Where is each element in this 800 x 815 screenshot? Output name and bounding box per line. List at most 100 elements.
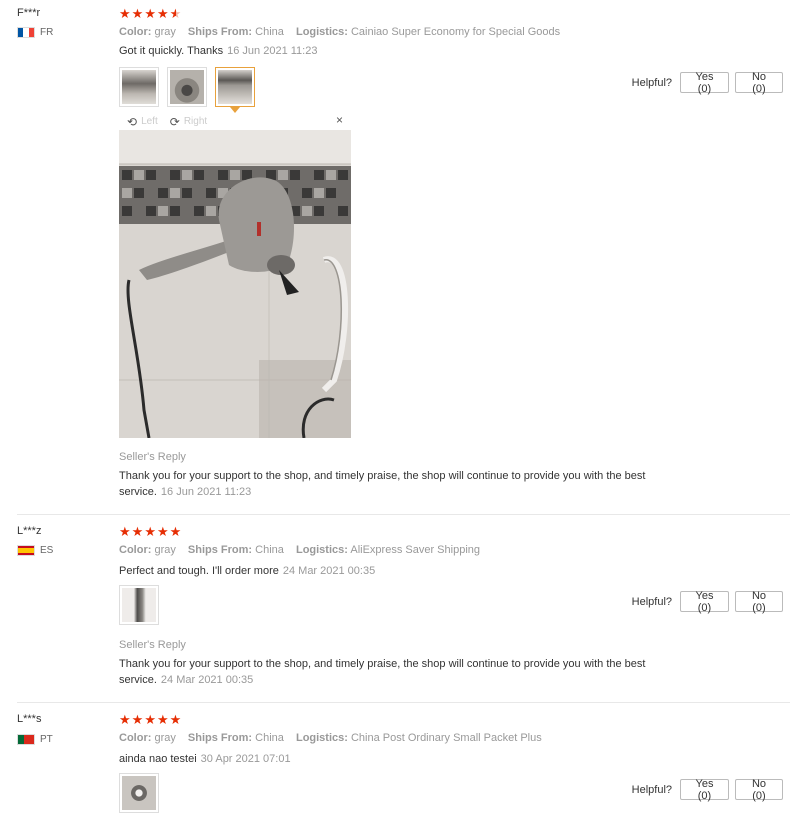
review-photo-thumb[interactable] (119, 585, 159, 625)
seller-reply-title: Seller's Reply (119, 639, 186, 651)
review-photo-thumb[interactable] (167, 67, 207, 107)
logistics-label: Logistics: (295, 26, 348, 38)
flag-es-icon (17, 545, 35, 556)
rotate-left-icon[interactable]: ⟲ (127, 115, 137, 129)
star-rating: ★ ★ ★ ★ ★ (119, 6, 181, 22)
color-value: gray (154, 544, 176, 556)
color-label: Color: (119, 732, 152, 744)
seller-reply-text: Thank you for your support to the shop, … (119, 656, 679, 688)
photo-viewer-toolbar: ⟲ Left ⟳ Right × (119, 113, 351, 130)
star-icon: ★ (119, 6, 131, 21)
reviewer-country: PT (17, 734, 53, 745)
ships-from-value: China (255, 544, 284, 556)
star-icon: ★ (131, 712, 144, 727)
ships-from-label: Ships From: (187, 544, 253, 556)
photo-viewer: ⟲ Left ⟳ Right × (119, 113, 351, 438)
seller-reply-title: Seller's Reply (119, 451, 186, 463)
review-photos (119, 773, 159, 813)
helpful-yes-button[interactable]: Yes (0) (680, 778, 729, 802)
review-photo-thumb-selected[interactable] (215, 67, 255, 113)
review-divider (17, 702, 790, 703)
star-icon: ★ (156, 524, 169, 539)
reviewer-name: L***z (17, 525, 42, 537)
star-icon: ★ (144, 712, 156, 727)
seller-reply-date: 24 Mar 2021 00:35 (160, 674, 254, 686)
review-text: Got it quickly. Thanks 16 Jun 2021 11:23 (119, 45, 317, 57)
helpful-vote: Helpful? Yes (0) No (0) (631, 71, 783, 95)
review-text: ainda nao testei 30 Apr 2021 07:01 (119, 753, 291, 765)
review-photos (119, 585, 159, 625)
review-photo-thumb[interactable] (119, 67, 159, 107)
star-rating: ★ ★ ★ ★ ★ (119, 712, 181, 728)
rotate-left-button[interactable]: Left (141, 116, 158, 127)
rotate-right-button[interactable]: Right (184, 116, 207, 127)
ships-from-value: China (255, 732, 284, 744)
seller-reply-line: service. (119, 486, 157, 498)
flag-pt-icon (17, 734, 35, 745)
color-label: Color: (119, 544, 152, 556)
review-date: 16 Jun 2021 11:23 (227, 45, 318, 57)
ships-from-value: China (255, 26, 284, 38)
review-photos (119, 67, 255, 113)
reviewer-country: FR (17, 27, 53, 38)
logistics-value: China Post Ordinary Small Packet Plus (350, 732, 542, 744)
star-icon: ★ (169, 524, 182, 539)
seller-reply-line: Thank you for your support to the shop, … (119, 658, 646, 670)
rotate-right-icon[interactable]: ⟳ (170, 115, 180, 129)
helpful-vote: Helpful? Yes (0) No (0) (631, 778, 783, 802)
review-item: F***r FR ★ ★ ★ ★ ★ Color: gray Ships Fro… (0, 0, 800, 515)
review-comment: ainda nao testei (119, 753, 197, 765)
logistics-value: Cainiao Super Economy for Special Goods (350, 26, 561, 38)
seller-reply-line: Thank you for your support to the shop, … (119, 470, 646, 482)
review-comment: Perfect and tough. I'll order more (119, 565, 279, 577)
seller-reply-text: Thank you for your support to the shop, … (119, 468, 679, 500)
review-text: Perfect and tough. I'll order more 24 Mar… (119, 565, 375, 577)
hair-dryer-photo (119, 130, 351, 438)
helpful-yes-button[interactable]: Yes (0) (680, 590, 729, 614)
helpful-no-button[interactable]: No (0) (735, 778, 783, 802)
star-icon: ★ (119, 712, 131, 727)
review-comment: Got it quickly. Thanks (119, 45, 224, 57)
review-date: 30 Apr 2021 07:01 (200, 753, 291, 765)
color-value: gray (154, 732, 176, 744)
helpful-label: Helpful? (631, 595, 672, 608)
color-label: Color: (119, 26, 152, 38)
logistics-label: Logistics: (295, 732, 348, 744)
ships-from-label: Ships From: (187, 732, 253, 744)
review-item: L***z ES ★ ★ ★ ★ ★ Color: gray Ships Fro… (0, 518, 800, 703)
seller-reply-line: service. (119, 674, 157, 686)
helpful-vote: Helpful? Yes (0) No (0) (631, 590, 783, 614)
order-info: Color: gray Ships From: China Logistics:… (119, 26, 560, 38)
star-icon: ★ (169, 712, 182, 727)
star-icon: ★ (131, 524, 144, 539)
reviewer-country: ES (17, 545, 53, 556)
review-divider (17, 514, 790, 515)
review-date: 24 Mar 2021 00:35 (282, 565, 376, 577)
star-icon: ★ (156, 6, 169, 21)
ships-from-label: Ships From: (187, 26, 253, 38)
flag-fr-icon (17, 27, 35, 38)
reviewer-name: L***s (17, 713, 42, 725)
logistics-label: Logistics: (295, 544, 348, 556)
review-item: L***s PT ★ ★ ★ ★ ★ Color: gray Ships Fro… (0, 706, 800, 815)
helpful-label: Helpful? (631, 76, 672, 89)
country-code: FR (40, 27, 54, 38)
color-value: gray (154, 26, 176, 38)
logistics-value: AliExpress Saver Shipping (350, 544, 480, 556)
star-rating: ★ ★ ★ ★ ★ (119, 524, 181, 540)
helpful-yes-button[interactable]: Yes (0) (680, 71, 729, 95)
helpful-label: Helpful? (631, 783, 672, 796)
close-icon[interactable]: × (336, 113, 343, 127)
star-icon: ★ (131, 6, 144, 21)
helpful-no-button[interactable]: No (0) (735, 71, 783, 95)
reviewer-name: F***r (17, 7, 41, 19)
order-info: Color: gray Ships From: China Logistics:… (119, 732, 542, 744)
star-half-icon: ★ (169, 6, 182, 21)
helpful-no-button[interactable]: No (0) (735, 590, 783, 614)
seller-reply-date: 16 Jun 2021 11:23 (160, 486, 252, 498)
star-icon: ★ (144, 6, 156, 21)
country-code: ES (40, 545, 54, 556)
review-photo-large (119, 130, 351, 438)
review-photo-thumb[interactable] (119, 773, 159, 813)
star-icon: ★ (144, 524, 156, 539)
